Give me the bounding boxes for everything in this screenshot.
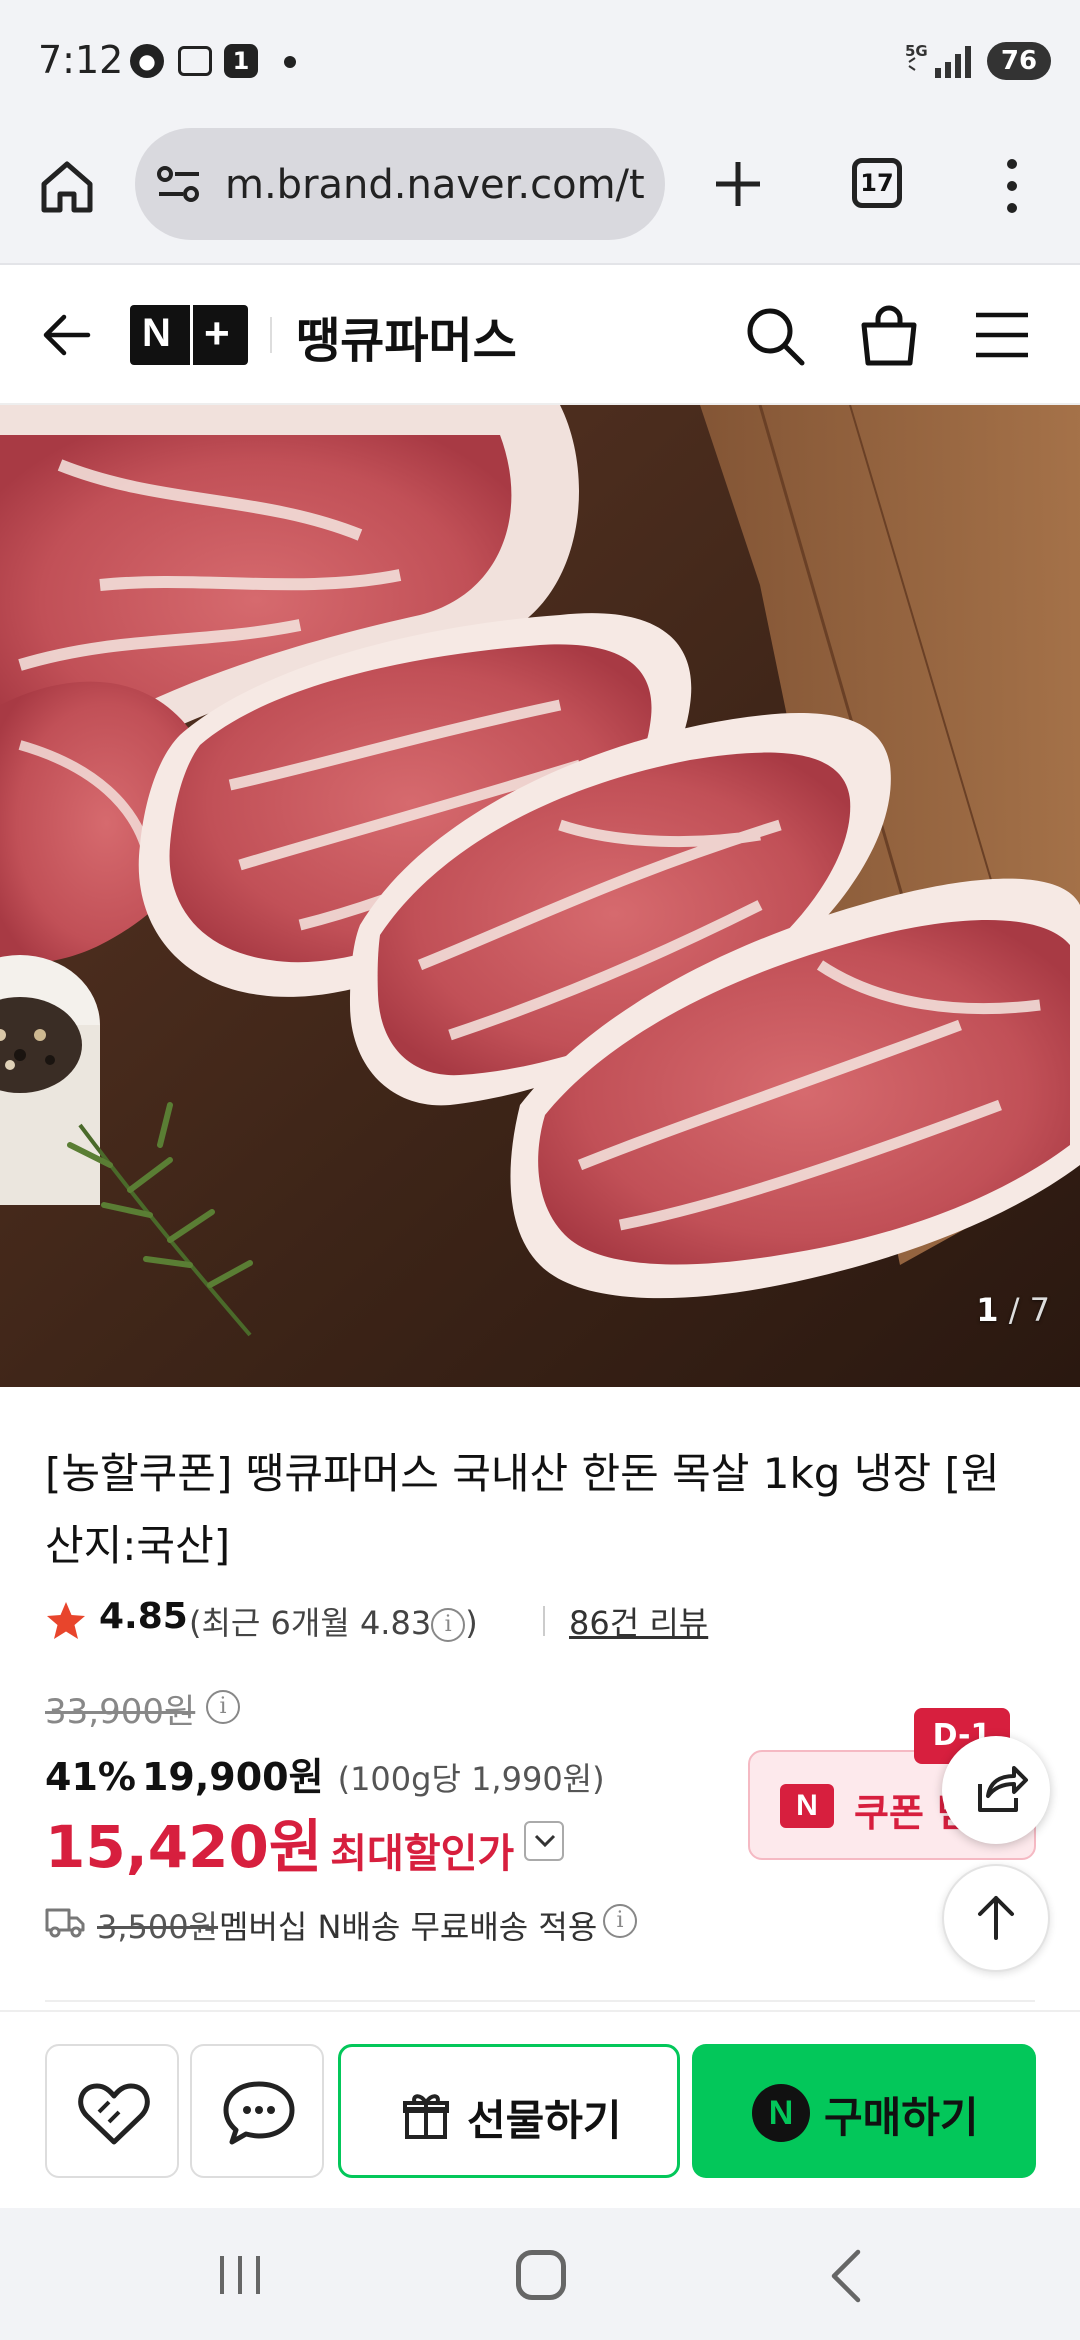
image-counter: 1 / 7 xyxy=(976,1291,1050,1329)
buy-button[interactable]: N 구매하기 xyxy=(692,2044,1036,2178)
search-icon[interactable] xyxy=(744,305,806,367)
url-text: m.brand.naver.com/t xyxy=(225,162,645,208)
shipping-fee: 3,500원 xyxy=(97,1908,219,1946)
buy-label: 구매하기 xyxy=(824,2093,979,2142)
home-icon[interactable] xyxy=(36,156,98,218)
recents-icon[interactable] xyxy=(214,2252,266,2298)
naver-pay-icon: N xyxy=(752,2084,810,2142)
share-icon xyxy=(978,1766,1028,1812)
status-time: 7:12 xyxy=(38,38,124,82)
shipping-text: 멤버십 N배송 무료배송 적용 xyxy=(219,1908,598,1946)
plus-icon[interactable] xyxy=(712,158,764,210)
back-nav-icon[interactable] xyxy=(826,2248,866,2304)
gift-icon xyxy=(403,2094,449,2139)
battery-indicator: 76 xyxy=(987,42,1051,80)
arrow-up-icon xyxy=(978,1896,1014,1940)
product-title: [농할쿠폰] 땡큐파머스 국내산 한돈 목살 1kg 냉장 [원산지:국산] xyxy=(45,1449,1000,1570)
status-bar: 7:12 ● 1 5G 76 xyxy=(0,0,1080,120)
home-nav-button[interactable] xyxy=(516,2250,566,2300)
discount-row: 41% 19,900원 (100g당 1,990원) xyxy=(45,1746,605,1801)
discount-price: 19,900원 xyxy=(141,1755,324,1799)
bottom-action-bar: 선물하기 N 구매하기 xyxy=(0,2010,1080,2208)
chat-icon xyxy=(223,2081,295,2145)
screenshot-icon xyxy=(178,46,212,76)
brand-name[interactable]: 땡큐파머스 xyxy=(296,301,517,371)
signal-icon: 5G xyxy=(905,42,971,78)
system-nav-bar xyxy=(0,2208,1080,2340)
more-vert-icon[interactable] xyxy=(1000,156,1024,216)
gift-label: 선물하기 xyxy=(467,2096,622,2145)
star-icon xyxy=(47,1602,85,1639)
rating-value: 4.85 xyxy=(99,1596,188,1637)
share-button[interactable] xyxy=(942,1736,1050,1844)
unit-price: (100g당 1,990원) xyxy=(337,1760,605,1798)
more-notifications-dot xyxy=(284,56,296,68)
gift-button[interactable]: 선물하기 xyxy=(338,2044,680,2178)
address-bar[interactable]: m.brand.naver.com/t xyxy=(135,128,665,240)
tab-count-button[interactable]: 17 xyxy=(852,158,902,208)
site-header: N + 땡큐파머스 xyxy=(0,265,1080,405)
scroll-top-button[interactable] xyxy=(942,1864,1050,1972)
chevron-down-icon xyxy=(535,1834,556,1848)
truck-icon xyxy=(45,1908,85,1938)
naver-plus-logo[interactable]: N + xyxy=(130,305,248,365)
info-icon[interactable]: i xyxy=(431,1608,466,1642)
app-notification-icon: ● xyxy=(130,44,164,78)
review-count-link[interactable]: 86건 리뷰 xyxy=(569,1598,708,1644)
header-divider xyxy=(270,317,272,353)
bag-icon[interactable] xyxy=(858,303,920,367)
info-icon[interactable]: i xyxy=(206,1690,240,1724)
recent-rating: (최근 6개월 4.83 i) xyxy=(189,1604,478,1642)
rating-divider xyxy=(543,1606,545,1636)
max-discount-row: 15,420원 최대할인가 xyxy=(45,1800,565,1884)
original-price: 33,900원 xyxy=(45,1692,196,1732)
max-discount-label: 최대할인가 xyxy=(330,1831,515,1877)
product-image[interactable]: 1 / 7 xyxy=(0,405,1080,1387)
tune-icon[interactable] xyxy=(155,164,205,204)
max-discount-expand-button[interactable] xyxy=(524,1821,565,1861)
back-arrow-icon[interactable] xyxy=(38,307,94,363)
info-icon[interactable]: i xyxy=(603,1904,637,1938)
heart-icon xyxy=(78,2083,150,2145)
svg-text:5G: 5G xyxy=(905,42,928,60)
pork-neck-photo xyxy=(0,405,1080,1387)
browser-toolbar: m.brand.naver.com/t 17 xyxy=(0,120,1080,265)
max-discount-price: 15,420원 xyxy=(45,1813,323,1881)
notification-count-badge: 1 xyxy=(224,44,258,78)
wishlist-button[interactable] xyxy=(45,2044,179,2178)
talktalk-button[interactable] xyxy=(190,2044,324,2178)
content-divider xyxy=(45,2000,1035,2002)
naver-n-icon: N xyxy=(780,1784,834,1828)
menu-icon[interactable] xyxy=(974,311,1030,359)
discount-rate: 41% xyxy=(45,1755,136,1799)
